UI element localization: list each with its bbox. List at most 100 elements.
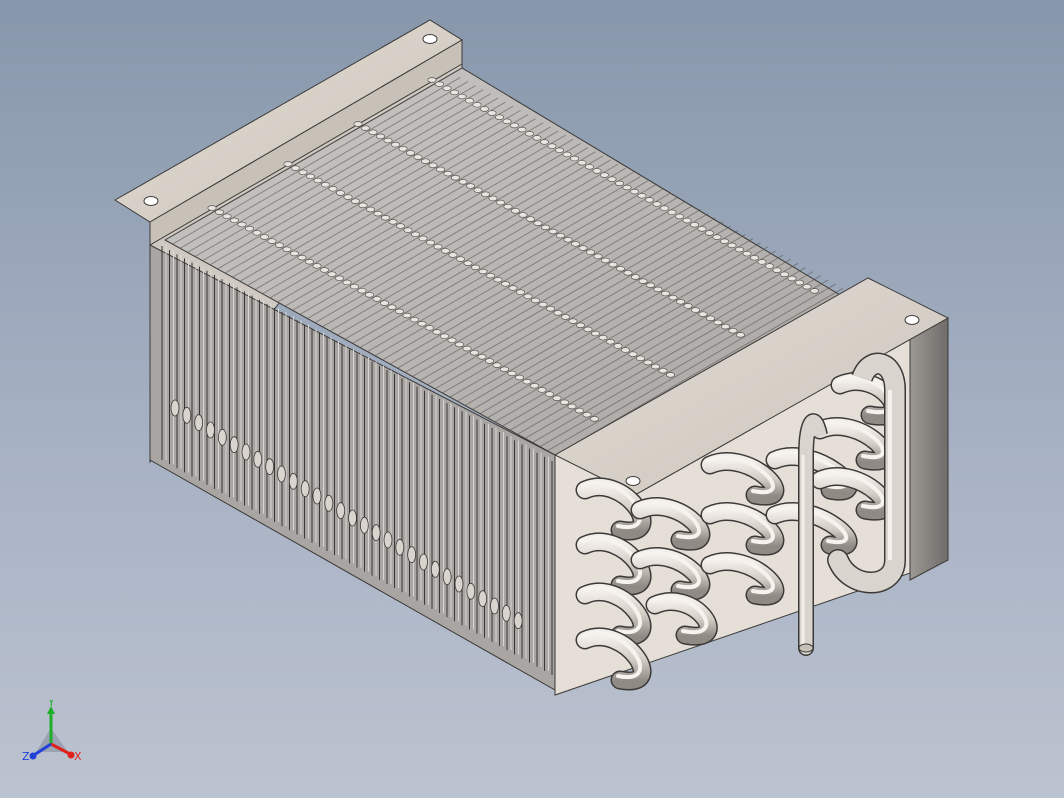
3d-viewport[interactable]: Y X Z [0,0,1064,798]
tube-crest [358,202,368,209]
tube-crest [477,354,487,360]
tube-crest [328,186,338,192]
tube-crest [469,349,480,356]
tube-crest [435,166,446,173]
tube-stub [312,487,322,505]
tube-crest [455,256,466,262]
tube-crest [508,285,518,291]
tube-stub [288,472,298,490]
tube-crest [507,370,517,377]
tube-crest [712,234,722,240]
tube-crest [540,224,551,231]
tube-crest [365,206,376,213]
tube-crest [304,259,315,265]
tube-crest [283,161,293,167]
tube-crest [675,299,686,305]
tube-crest [515,289,526,295]
tube-crest [259,234,270,240]
tube-crest [442,85,452,92]
tube-crest [480,191,491,198]
tube-crest [313,177,323,184]
tube-crest [214,209,225,215]
heat-exchanger-model[interactable] [0,0,1064,798]
x-axis-label: X [74,750,82,763]
tube-crest [674,213,685,220]
tube-crest [398,146,408,152]
tube-crest [312,263,322,269]
view-orientation-triad[interactable]: Y X Z [18,700,88,770]
tube-crest [458,179,468,185]
tube-crest [394,308,405,315]
tube-stub [454,575,464,593]
tube-crest [395,223,406,229]
tube-crest [450,175,461,181]
tube-crest [434,81,445,87]
tube-crest [360,125,371,131]
tube-crest [629,188,640,195]
tube-crest [353,121,363,127]
tube-crest [357,287,367,294]
tube-crest [554,147,565,154]
tube-crest [728,327,738,334]
tube-crest [518,212,528,218]
tube-crest [734,246,745,253]
tube-crest [472,102,482,108]
tube-crest [237,221,247,228]
tube-crest [485,272,496,279]
tube-crest [267,238,277,244]
tube-crest [598,334,608,341]
tube-stub [170,399,180,417]
tube-crest [502,118,512,125]
tube-crest [689,221,700,228]
tube-crest [418,235,428,242]
tube-crest [582,411,592,418]
tube-crest [667,209,677,216]
tube-crest [772,267,782,273]
tube-crest [207,205,217,211]
tube-crest [222,213,232,220]
tube-stub [277,465,286,483]
tube-stub [182,406,192,424]
tube-crest [544,391,555,397]
tube-stub [419,553,428,571]
tube-stub [407,546,417,564]
tube-stub [300,480,310,498]
tube-crest [405,150,416,156]
tube-crest [417,321,427,327]
tube-crest [538,301,548,308]
tube-crest [349,283,360,290]
tube-crest [403,227,413,233]
tube-crest [668,294,678,301]
tube-crest [509,122,520,129]
tube-crest [320,181,331,188]
tube-crest [390,141,401,148]
tube-crest [495,199,506,206]
tube-crest [720,323,731,330]
tube-crest [530,297,541,304]
tube-crest [590,330,601,337]
tube-crest [499,366,510,373]
tube-crest [553,310,563,316]
tube-crest [244,225,255,232]
tube-crest [705,315,716,322]
mount-hole [904,315,920,325]
tube-crest [517,126,527,133]
tube-stub [194,414,204,432]
tube-crest [578,245,588,251]
tube-crest [334,275,345,282]
tube-crest [547,143,557,149]
tube-crest [464,97,475,104]
tube-crest [577,159,587,166]
tube-crest [585,249,596,255]
tube-crest [628,351,638,357]
tube-crest [638,278,648,284]
tube-stub [501,604,511,622]
tube-crest [443,170,453,177]
tube-crest [500,281,511,287]
tube-crest [644,197,655,203]
tube-crest [383,137,393,144]
tube-crest [713,319,723,326]
tube-crest [487,110,497,116]
tube-crest [525,216,536,222]
tube-crest [560,314,571,320]
